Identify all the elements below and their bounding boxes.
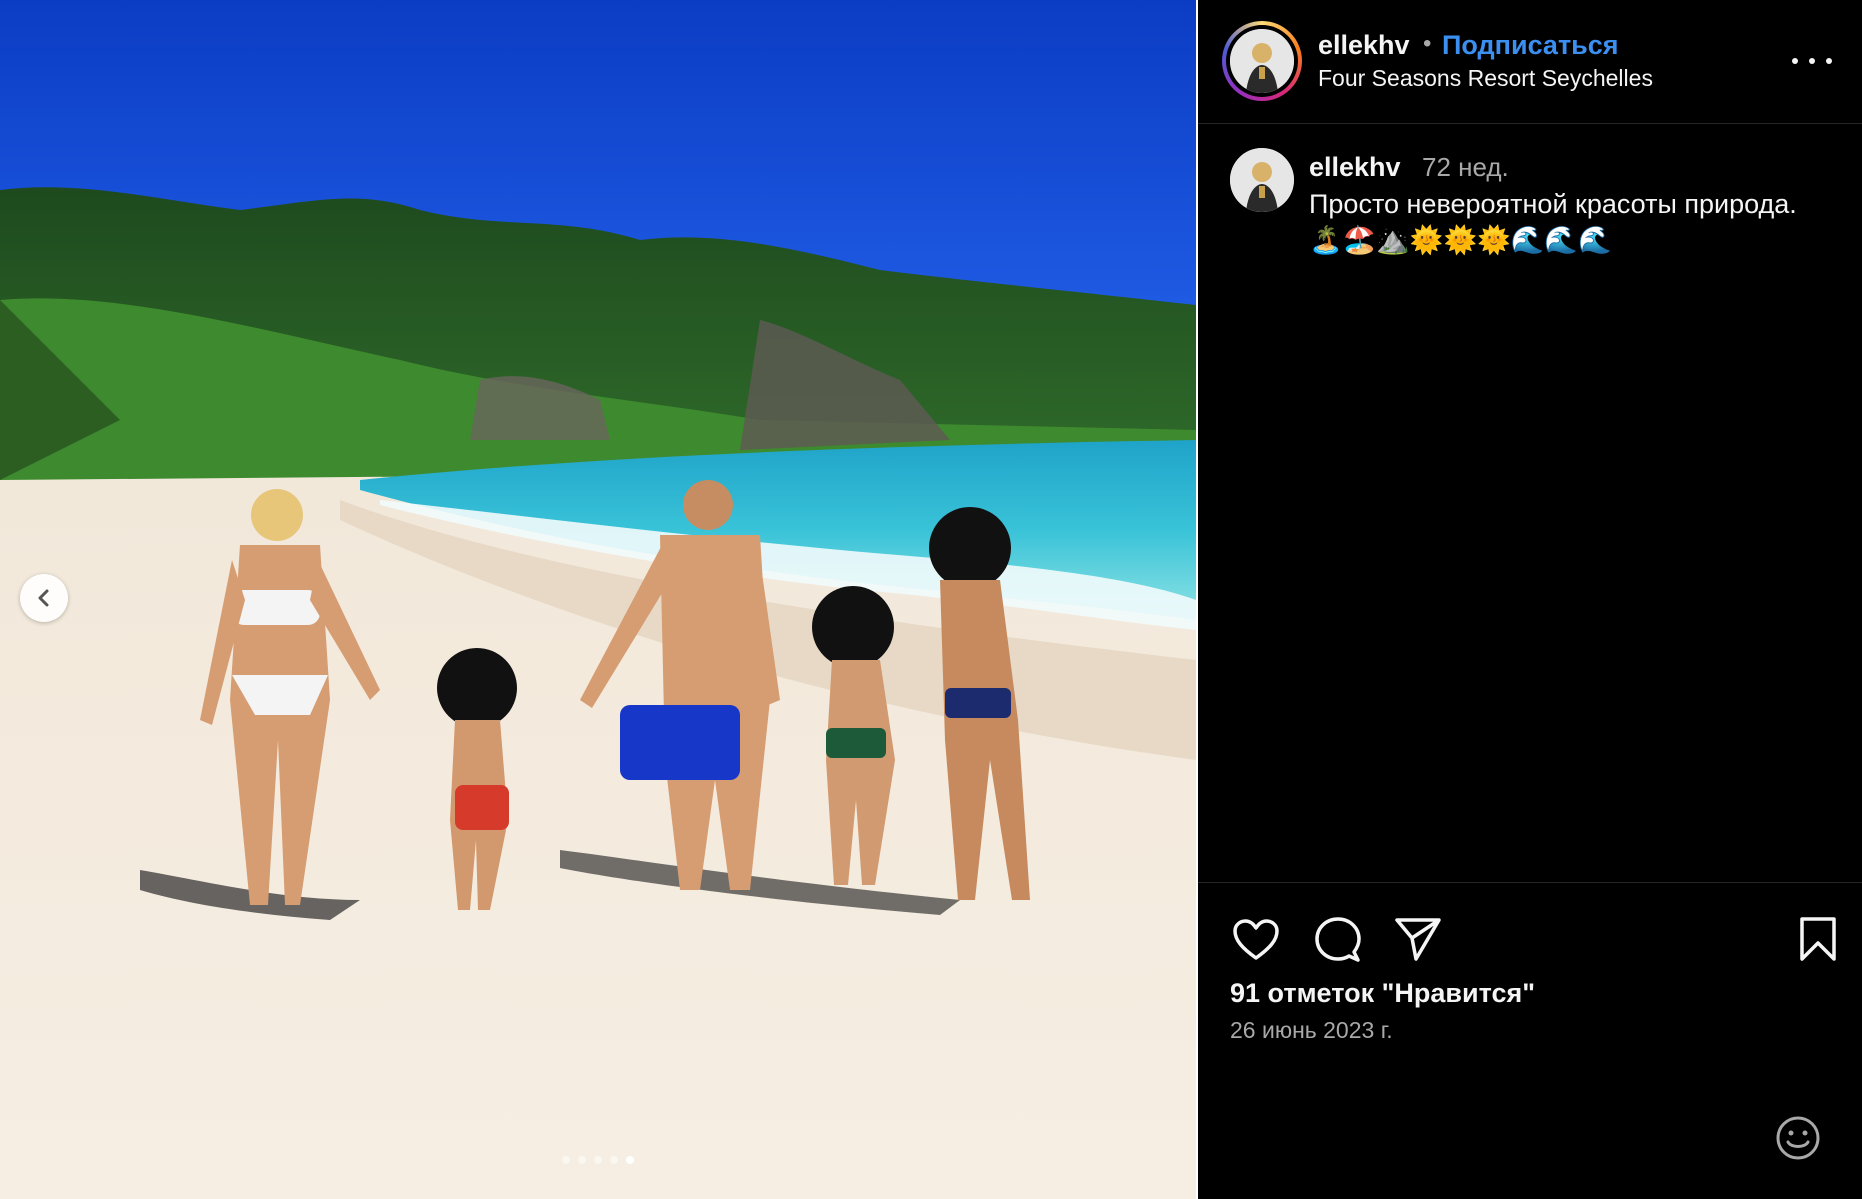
avatar xyxy=(1230,29,1294,93)
caption-timestamp[interactable]: 72 нед. xyxy=(1422,152,1509,183)
beach-photo-image xyxy=(0,0,1196,1199)
post-side-panel: ellekhv • Подписаться Four Seasons Resor… xyxy=(1198,0,1862,1199)
profile-photo-image xyxy=(1230,29,1294,93)
smiley-icon[interactable] xyxy=(1774,1114,1822,1162)
carousel-dot xyxy=(594,1156,602,1164)
carousel-dot xyxy=(610,1156,618,1164)
follow-button[interactable]: Подписаться xyxy=(1442,30,1619,61)
more-horizontal-icon xyxy=(1792,58,1798,64)
post-header: ellekhv • Подписаться Four Seasons Resor… xyxy=(1198,0,1862,124)
separator-dot: • xyxy=(1423,30,1432,57)
carousel-dot xyxy=(578,1156,586,1164)
comment-icon[interactable] xyxy=(1314,916,1362,964)
bookmark-icon[interactable] xyxy=(1798,916,1838,962)
more-options-button[interactable] xyxy=(1792,46,1832,76)
caption-avatar[interactable] xyxy=(1230,148,1294,212)
header-username[interactable]: ellekhv xyxy=(1318,30,1410,61)
likes-count[interactable]: 91 отметок "Нравится" xyxy=(1230,978,1535,1009)
caption-username[interactable]: ellekhv xyxy=(1309,152,1401,183)
send-icon[interactable] xyxy=(1394,916,1442,962)
carousel-prev-button[interactable] xyxy=(20,574,68,622)
carousel-dots xyxy=(0,1156,1196,1164)
post-photo[interactable] xyxy=(0,0,1196,1199)
carousel-dot xyxy=(562,1156,570,1164)
story-ring-avatar[interactable] xyxy=(1222,21,1302,101)
post-date[interactable]: 26 июнь 2023 г. xyxy=(1230,1017,1393,1044)
profile-photo-image xyxy=(1230,148,1294,212)
actions-divider xyxy=(1198,882,1862,883)
caption-text: Просто невероятной красоты природа. 🏝️🏖️… xyxy=(1309,189,1797,255)
location-link[interactable]: Four Seasons Resort Seychelles xyxy=(1318,65,1653,92)
chevron-left-icon xyxy=(38,589,49,607)
heart-icon[interactable] xyxy=(1232,918,1280,962)
carousel-dot-active xyxy=(626,1156,634,1164)
